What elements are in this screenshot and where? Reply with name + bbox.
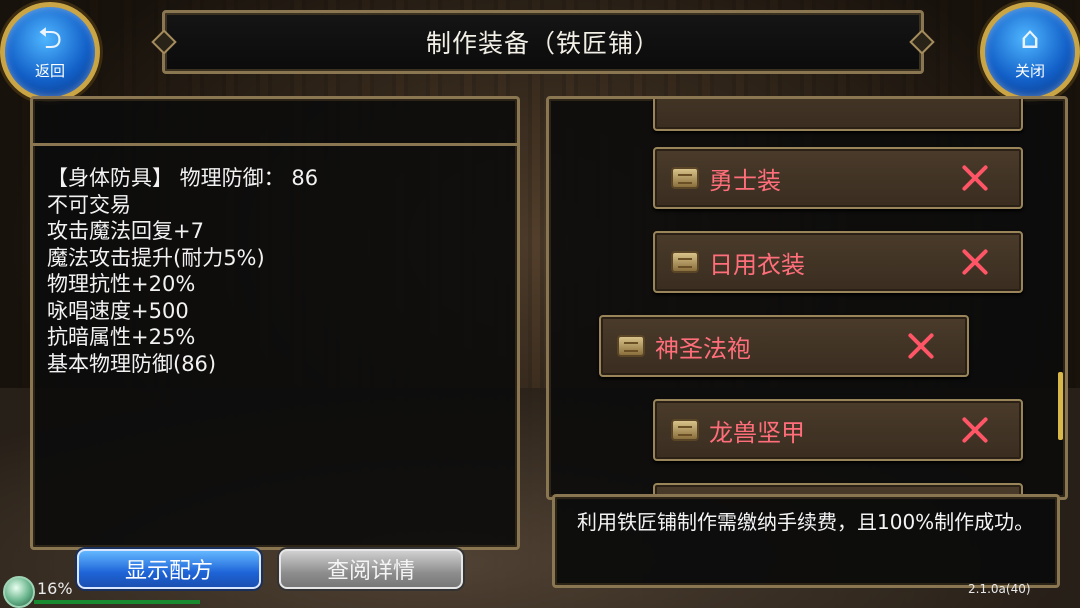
close-label: 关闭 bbox=[1014, 61, 1045, 80]
house-icon: ⌂ bbox=[1020, 20, 1040, 56]
title-bar: 制作装备（铁匠铺） bbox=[162, 10, 924, 74]
item-stats: 【身体防具】 物理防御： 86 不可交易 攻击魔法回复+7 魔法攻击提升(耐力5… bbox=[47, 165, 318, 377]
scroll-icon bbox=[671, 419, 699, 441]
stat-line: 魔法攻击提升(耐力5%) bbox=[47, 245, 265, 270]
close-x-icon[interactable] bbox=[955, 242, 995, 282]
view-detail-label: 查阅详情 bbox=[326, 559, 415, 584]
version-label: 2.1.0a(40) bbox=[968, 582, 1031, 596]
view-detail-button[interactable]: 查阅详情 bbox=[279, 549, 463, 589]
recipe-name: 神圣法袍 bbox=[655, 334, 751, 363]
exp-progress-bar bbox=[34, 600, 200, 604]
recipe-item[interactable]: 龙兽坚甲 bbox=[653, 399, 1023, 461]
stat-line: 基本物理防御(86) bbox=[47, 351, 217, 376]
stat-line: 咏唱速度+500 bbox=[47, 298, 189, 323]
stat-line: 【身体防具】 物理防御： 86 bbox=[47, 166, 319, 190]
scroll-icon bbox=[671, 167, 699, 189]
show-recipe-button[interactable]: 显示配方 bbox=[77, 549, 261, 589]
recipe-item-selected[interactable]: 神圣法袍 bbox=[599, 315, 969, 377]
recipe-name: 日用衣装 bbox=[709, 250, 805, 279]
page-title: 制作装备（铁匠铺） bbox=[425, 29, 660, 58]
recipe-item-partial-top[interactable] bbox=[653, 99, 1023, 131]
recipe-name: 勇士装 bbox=[709, 166, 781, 195]
stat-line: 抗暗属性+25% bbox=[47, 325, 196, 349]
recipe-name: 龙兽坚甲 bbox=[709, 418, 805, 447]
show-recipe-label: 显示配方 bbox=[124, 559, 213, 584]
close-button[interactable]: ⌂ 关闭 bbox=[980, 2, 1080, 102]
scroll-icon bbox=[671, 251, 699, 273]
exp-orb-icon bbox=[3, 576, 35, 608]
stat-line: 攻击魔法回复+7 bbox=[47, 219, 204, 243]
stat-line: 物理抗性+20% bbox=[47, 272, 196, 296]
progress-percent: 16% bbox=[37, 579, 73, 598]
back-label: 返回 bbox=[34, 61, 65, 80]
close-x-icon[interactable] bbox=[955, 158, 995, 198]
notice-text: 利用铁匠铺制作需缴纳手续费，且100%制作成功。 bbox=[577, 510, 1035, 534]
close-x-icon[interactable] bbox=[901, 326, 941, 366]
recipe-list-scrollbar[interactable] bbox=[1058, 372, 1063, 440]
recipe-item[interactable]: 日用衣装 bbox=[653, 231, 1023, 293]
notice-box: 利用铁匠铺制作需缴纳手续费，且100%制作成功。 bbox=[552, 494, 1060, 588]
close-x-icon[interactable] bbox=[955, 410, 995, 450]
recipe-list-panel[interactable]: 勇士装 日用衣装 神圣法袍 龙兽坚甲 bbox=[546, 96, 1068, 500]
stat-line: 不可交易 bbox=[47, 192, 131, 217]
recipe-item[interactable]: 勇士装 bbox=[653, 147, 1023, 209]
item-info-panel: 【身体防具】 物理防御： 86 不可交易 攻击魔法回复+7 魔法攻击提升(耐力5… bbox=[30, 96, 520, 550]
scroll-icon bbox=[617, 335, 645, 357]
back-button[interactable]: ⮌ 返回 bbox=[0, 2, 100, 102]
item-info-header bbox=[33, 99, 517, 146]
return-arrow-icon: ⮌ bbox=[37, 20, 63, 56]
